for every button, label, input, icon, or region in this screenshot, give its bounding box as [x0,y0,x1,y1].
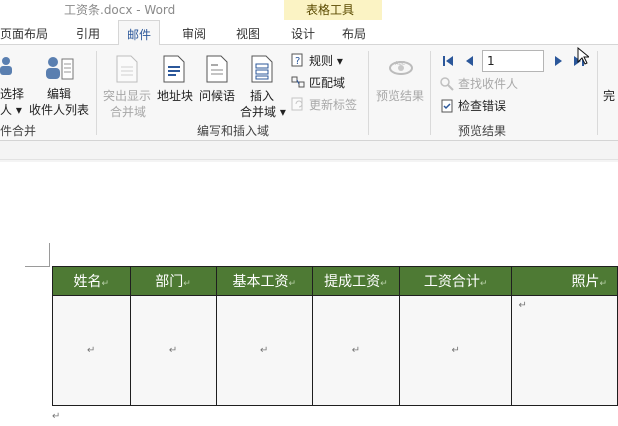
select-recipients-label2[interactable]: 人 ▾ [0,102,22,118]
greeting-line-label[interactable]: 问候语 [199,88,235,104]
header-department[interactable]: 部门↵ [129,266,217,296]
insert-merge-field-label2[interactable]: 合并域 ▾ [240,104,286,120]
match-fields-label[interactable]: 匹配域 [309,75,345,91]
find-recipient-icon [440,77,454,94]
ruler [0,142,618,160]
address-block-icon[interactable] [163,55,185,86]
first-record-icon[interactable] [442,55,454,70]
group-separator [597,51,598,135]
update-labels-label[interactable]: 更新标签 [309,97,357,113]
header-total-salary[interactable]: 工资合计↵ [398,266,513,296]
match-fields-icon [291,75,305,92]
window-title: 工资条.docx - Word [64,3,176,17]
group-separator [368,51,369,135]
crop-mark [49,243,50,267]
greeting-line-icon[interactable] [206,55,228,86]
people-icon [0,55,18,84]
salary-table[interactable]: 姓名↵ 部门↵ 基本工资↵ 提成工资↵ 工资合计↵ 照片↵ ↵ ↵ ↵ ↵ ↵ … [52,266,618,406]
next-record-icon[interactable] [554,55,564,70]
highlight-fields-label2[interactable]: 合并域 [110,104,146,120]
table-header-row: 姓名↵ 部门↵ 基本工资↵ 提成工资↵ 工资合计↵ 照片↵ [52,266,618,296]
group-preview-label: 预览结果 [458,124,507,138]
table-cell[interactable]: ↵ [129,295,217,406]
header-photo[interactable]: 照片↵ [511,266,618,296]
group-write-insert-label: 编写和插入域 [197,124,270,138]
table-cell[interactable]: ↵ [311,295,400,406]
rules-icon: ? [291,53,305,70]
finish-merge-label[interactable]: 完 [603,88,615,104]
check-errors-icon [440,99,454,116]
record-number-input[interactable]: 1 [482,50,544,72]
crop-mark [25,266,50,267]
tab-design[interactable]: 设计 [291,25,315,42]
tab-layout[interactable]: 布局 [342,25,366,42]
highlight-fields-label1[interactable]: 突出显示 [103,88,151,104]
tab-review[interactable]: 审阅 [182,25,206,42]
svg-text:?: ? [295,56,300,67]
group-separator [96,51,97,135]
highlight-fields-icon [116,55,138,86]
tab-references[interactable]: 引用 [76,25,100,42]
table-cell[interactable]: ↵ [215,295,313,406]
update-labels-icon [291,97,305,114]
rules-label[interactable]: 规则 ▾ [309,53,343,69]
tab-page-layout[interactable]: 页面布局 [0,25,48,42]
address-block-label[interactable]: 地址块 [157,88,193,104]
table-cell[interactable]: ↵ [398,295,513,406]
svg-text:ABC: ABC [395,61,406,67]
previous-record-icon[interactable] [464,55,474,70]
table-tools-label: 表格工具 [306,3,355,17]
record-number-value: 1 [487,54,495,68]
tab-view[interactable]: 视图 [236,25,260,42]
select-recipients-label1[interactable]: 选择 [0,86,24,102]
header-base-salary[interactable]: 基本工资↵ [215,266,313,296]
ribbon-tab-row: 页面布局 引用 邮件 审阅 视图 设计 布局 [0,20,618,46]
edit-recipients-label1[interactable]: 编辑 [47,86,71,102]
table-row: ↵ ↵ ↵ ↵ ↵ ↵ [52,295,618,406]
edit-recipients-label2[interactable]: 收件人列表 [29,102,89,118]
preview-results-label[interactable]: 预览结果 [376,88,424,104]
group-start-merge-label: 件合并 [0,124,37,138]
header-name[interactable]: 姓名↵ [52,266,131,296]
group-separator [430,51,431,135]
insert-merge-field-label1[interactable]: 插入 [250,88,274,104]
paragraph-mark: ↵ [52,411,61,422]
edit-recipients-icon[interactable] [44,55,74,86]
table-cell-photo[interactable]: ↵ [511,295,618,406]
preview-results-icon: ABC [387,57,415,84]
check-errors-label[interactable]: 检查错误 [458,98,506,114]
table-cell[interactable]: ↵ [52,295,131,406]
find-recipient-label[interactable]: 查找收件人 [458,76,518,92]
mouse-cursor-icon [577,46,591,68]
tab-mailings[interactable]: 邮件 [118,20,161,46]
insert-merge-field-icon[interactable] [251,55,273,86]
mailings-ribbon: 选择 人 ▾ 编辑 收件人列表 件合并 突出显示 合并域 地址块 问候语 插入 … [0,45,618,141]
header-commission[interactable]: 提成工资↵ [311,266,400,296]
